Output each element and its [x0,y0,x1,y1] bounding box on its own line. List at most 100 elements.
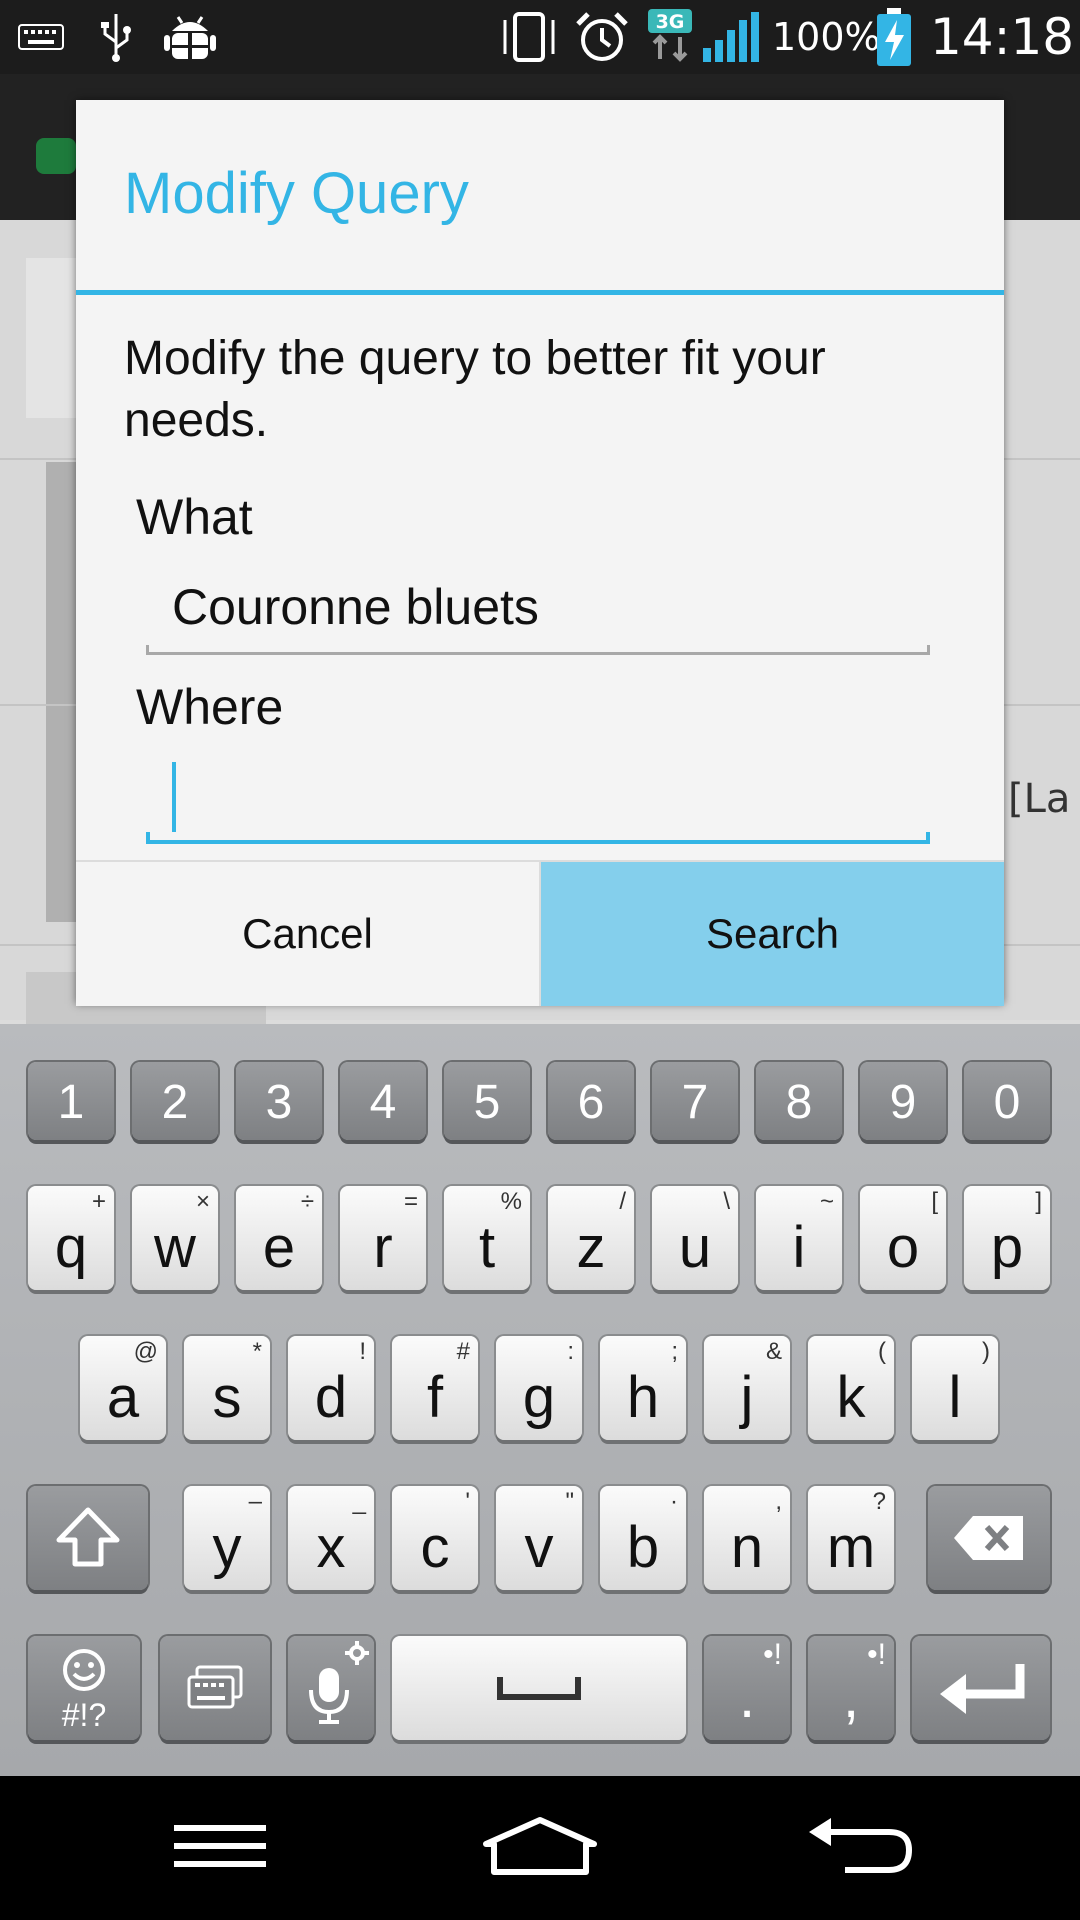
key-t[interactable]: % t [444,1186,530,1290]
key-alt-label: ; [671,1338,678,1365]
key-w[interactable]: × w [132,1186,218,1290]
key-alt-label: @ [133,1338,158,1365]
navigation-bar [0,1776,1080,1920]
key-6[interactable]: 6 [548,1062,634,1140]
key-q[interactable]: + q [28,1186,114,1290]
key-label: e [262,1215,296,1280]
key-y[interactable]: – y [184,1486,270,1590]
list-item-title: [La [1008,776,1071,822]
key-label: 1 [57,1076,85,1129]
key-label: v [524,1515,554,1580]
key-label: s [212,1365,242,1430]
text-cursor [172,762,176,832]
key-alt-label: & [765,1338,782,1365]
back-button[interactable] [760,1776,960,1920]
key-label: 4 [369,1076,397,1129]
key-k[interactable]: (k [808,1336,894,1440]
clock: 14:18 [930,8,1075,66]
backspace-key[interactable] [928,1486,1050,1590]
key-d[interactable]: ! d [288,1336,374,1440]
key-j[interactable]: & j [704,1336,790,1440]
key-r[interactable]: = r [340,1186,426,1290]
key-3[interactable]: 3 [236,1062,322,1140]
cancel-button[interactable]: Cancel [76,862,541,1006]
key-1[interactable]: 1 [28,1062,114,1140]
key-label: y [212,1515,242,1580]
key-x[interactable]: _ x [288,1486,374,1590]
key-e[interactable]: ÷ e [236,1186,322,1290]
key-h[interactable]: ; h [600,1336,686,1440]
network-type-label: 3G [656,11,685,33]
shift-key[interactable] [28,1486,148,1590]
search-button[interactable]: Search [541,862,1004,1006]
key-l[interactable]: ) l [912,1336,998,1440]
key-m[interactable]: ? m [808,1486,894,1590]
key-alt-label: × [195,1188,210,1215]
key-label: x [316,1515,346,1580]
key-b[interactable]: · b [600,1486,686,1590]
key-label: h [626,1365,660,1430]
key-n[interactable]: ,n [704,1486,790,1590]
key-alt-label: : [567,1338,574,1365]
enter-key[interactable] [912,1636,1050,1740]
key-label: l [948,1365,962,1430]
symbols-label: #!? [61,1697,107,1733]
key-0[interactable]: 0 [964,1062,1050,1140]
key-u[interactable]: \ u [652,1186,738,1290]
key-o[interactable]: [o [860,1186,946,1290]
key-label: w [154,1215,196,1280]
data-arrows-icon: 3G [648,9,692,64]
key-s[interactable]: * s [184,1336,270,1440]
symbols-key[interactable]: #!? [28,1636,140,1740]
key-alt-label: ! [359,1338,366,1365]
key-alt-label: * [252,1338,262,1365]
key-4[interactable]: 4 [340,1062,426,1140]
key-g[interactable]: :g [496,1336,582,1440]
key-label: g [522,1365,556,1430]
key-label: c [420,1515,450,1580]
menu-button[interactable] [120,1776,320,1920]
key-label: z [576,1215,606,1280]
key-alt-label: # [456,1338,470,1365]
space-key[interactable] [392,1636,686,1740]
home-button[interactable] [440,1776,640,1920]
key-f[interactable]: # f [392,1336,478,1440]
key-a[interactable]: @ a [80,1336,166,1440]
battery-charging-icon [876,8,912,66]
key-alt-label: , [775,1488,782,1515]
usb-icon [96,10,136,64]
key-7[interactable]: 7 [652,1062,738,1140]
key-label: 9 [889,1076,917,1129]
soft-keyboard: 1 2 3 4 5 6 7 8 9 0 + q × w ÷ e = r % t / z \ u… [0,1024,1080,1776]
key-p[interactable]: ] p [964,1186,1050,1290]
key-i[interactable]: ~ i [756,1186,842,1290]
key-label: f [426,1365,444,1430]
settings-icon [344,1640,370,1671]
key-label: 2 [161,1076,189,1129]
what-input[interactable]: Couronne bluets [172,578,539,636]
signal-icon [700,10,762,64]
back-icon [805,1816,915,1880]
period-key[interactable]: •! . [704,1636,790,1740]
key-2[interactable]: 2 [132,1062,218,1140]
dialog-title: Modify Query [124,161,469,226]
key-5[interactable]: 5 [444,1062,530,1140]
key-8[interactable]: 8 [756,1062,842,1140]
key-alt-label: ? [872,1488,886,1515]
key-alt-label: ~ [819,1188,834,1215]
keyboard-switch-key[interactable] [160,1636,270,1740]
key-z[interactable]: / z [548,1186,634,1290]
key-label: k [836,1365,866,1430]
key-alt-label: ) [982,1338,990,1365]
key-alt-label: + [91,1188,106,1215]
key-c[interactable]: ' c [392,1486,478,1590]
where-label: Where [136,679,284,735]
home-icon [482,1816,598,1880]
key-label: t [478,1215,496,1280]
voice-input-key[interactable] [288,1636,374,1740]
key-9[interactable]: 9 [860,1062,946,1140]
comma-key[interactable]: •! , [808,1636,894,1740]
app-logo-icon [36,138,76,174]
space-icon [392,1636,686,1740]
key-v[interactable]: " v [496,1486,582,1590]
